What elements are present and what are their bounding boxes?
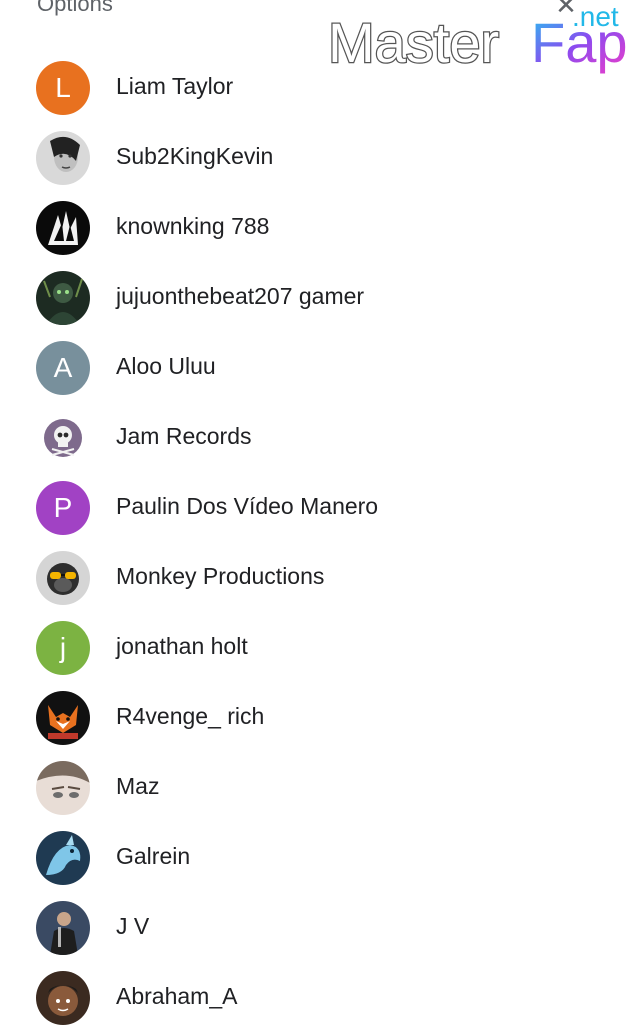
contact-name: Monkey Productions xyxy=(116,563,325,589)
contact-row[interactable]: A Aloo Uluu xyxy=(0,333,630,403)
contact-row[interactable]: Sub2KingKevin xyxy=(0,123,630,193)
avatar-initial: j xyxy=(36,621,90,675)
contact-name: jonathan holt xyxy=(116,633,248,659)
contact-name: Liam Taylor xyxy=(116,73,234,99)
face-photo-grey-icon xyxy=(36,131,90,185)
skull-logo-icon xyxy=(36,411,90,465)
contact-name: Galrein xyxy=(116,843,191,869)
dark-gamer-art-icon xyxy=(36,271,90,325)
avatar-initial-letter: L xyxy=(55,72,71,103)
avatar-initial: L xyxy=(36,61,90,115)
contact-row[interactable]: Maz xyxy=(0,753,630,823)
page-title: Options xyxy=(37,0,113,16)
contact-row[interactable]: j jonathan holt xyxy=(0,613,630,683)
contact-row[interactable]: L Liam Taylor xyxy=(0,53,630,123)
monkey-sunglasses-icon xyxy=(36,551,90,605)
avatar-initial-letter: P xyxy=(53,492,73,523)
contact-list: L Liam Taylor Sub2KingKevin knownking 788 ju… xyxy=(0,53,630,1033)
contact-row[interactable]: R4venge_ rich xyxy=(0,683,630,753)
contact-row[interactable]: Monkey Productions xyxy=(0,543,630,613)
contact-row[interactable]: jujuonthebeat207 gamer xyxy=(0,263,630,333)
contact-name: jujuonthebeat207 gamer xyxy=(116,283,365,309)
contact-row[interactable]: Abraham_A xyxy=(0,963,630,1033)
avatar-initial: P xyxy=(36,481,90,535)
blue-dragon-icon xyxy=(36,831,90,885)
contact-row[interactable]: P Paulin Dos Vídeo Manero xyxy=(0,473,630,543)
contact-name: Abraham_A xyxy=(116,983,238,1009)
cartoon-face-icon xyxy=(36,971,90,1025)
fox-logo-icon xyxy=(36,691,90,745)
watermark-tld-text: .net xyxy=(572,1,619,32)
eagle-bw-icon xyxy=(36,201,90,255)
contact-name: Sub2KingKevin xyxy=(116,143,274,169)
avatar-initial: A xyxy=(36,341,90,395)
contact-name: knownking 788 xyxy=(116,213,270,239)
contact-row[interactable]: Jam Records xyxy=(0,403,630,473)
contact-name: Aloo Uluu xyxy=(116,353,216,379)
contact-name: Maz xyxy=(116,773,160,799)
contact-name: Jam Records xyxy=(116,423,252,449)
person-dark-photo-icon xyxy=(36,901,90,955)
avatar-initial-letter: j xyxy=(59,632,67,663)
contact-name: R4venge_ rich xyxy=(116,703,265,729)
face-photo-light-icon xyxy=(36,761,90,815)
avatar-initial-letter: A xyxy=(53,352,73,383)
contact-name: J V xyxy=(116,913,150,939)
contact-row[interactable]: Galrein xyxy=(0,823,630,893)
contact-row[interactable]: J V xyxy=(0,893,630,963)
contact-row[interactable]: knownking 788 xyxy=(0,193,630,263)
contact-name: Paulin Dos Vídeo Manero xyxy=(116,493,379,519)
